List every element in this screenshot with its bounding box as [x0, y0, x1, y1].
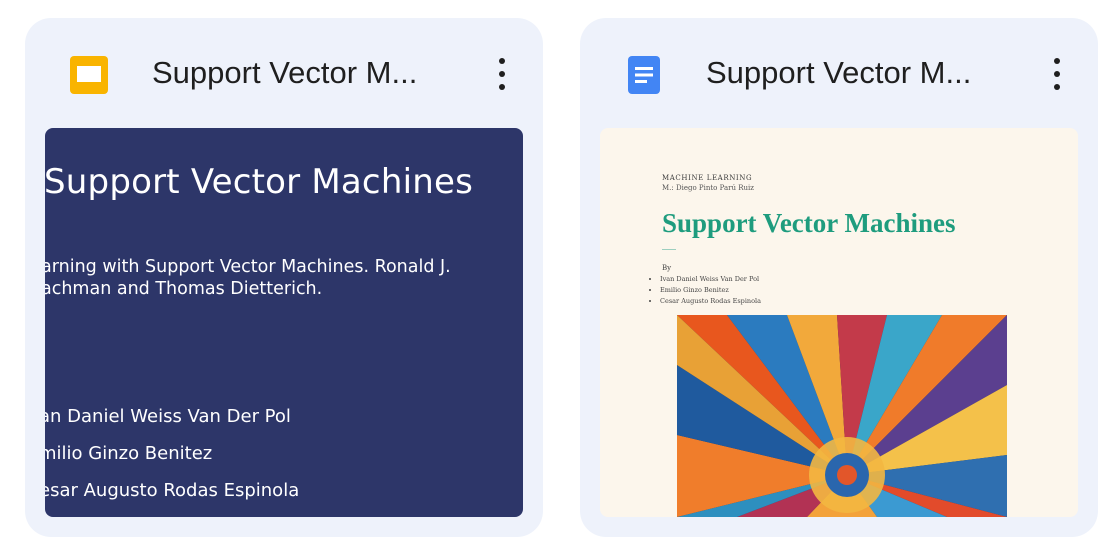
google-docs-icon: [628, 56, 660, 94]
doc-author-list: Ivan Daniel Weiss Van Der Pol Emilio Gin…: [646, 274, 761, 307]
more-options-button[interactable]: [1042, 52, 1072, 96]
slide-reference-line: arning with Support Vector Machines. Ron…: [45, 257, 451, 277]
google-slides-icon: [70, 56, 108, 94]
file-card-docs[interactable]: Support Vector M... MACHINE LEARNING M.:…: [580, 18, 1098, 537]
file-card-slides[interactable]: Support Vector M... Support Vector Machi…: [25, 18, 543, 537]
slide-author: milio Ginzo Benitez: [45, 443, 213, 464]
slide-reference-line: achman and Thomas Dietterich.: [45, 279, 323, 299]
doc-by-label: By: [662, 264, 672, 272]
slide-author: esar Augusto Rodas Espinola: [45, 480, 300, 501]
more-vert-icon: [1054, 58, 1060, 64]
doc-subtitle: M.: Diego Pinto Parú Ruiz: [662, 184, 754, 192]
slide-author: an Daniel Weiss Van Der Pol: [45, 406, 291, 427]
slide-title: Support Vector Machines: [45, 162, 474, 202]
file-thumbnail[interactable]: MACHINE LEARNING M.: Diego Pinto Parú Ru…: [600, 128, 1078, 517]
slide-authors: an Daniel Weiss Van Der Pol milio Ginzo …: [45, 398, 299, 509]
doc-author: Emilio Ginzo Benitez: [660, 285, 761, 296]
file-title[interactable]: Support Vector M...: [152, 51, 442, 95]
more-vert-icon: [499, 58, 505, 64]
card-header: Support Vector M...: [25, 18, 543, 128]
card-header: Support Vector M...: [580, 18, 1098, 128]
slide-reference: arning with Support Vector Machines. Ron…: [45, 256, 451, 300]
doc-kicker: MACHINE LEARNING: [662, 174, 753, 182]
doc-divider: [662, 249, 676, 250]
doc-author: Cesar Augusto Rodas Espinola: [660, 296, 761, 307]
doc-title: Support Vector Machines: [662, 208, 956, 238]
doc-kaleidoscope-image: [677, 315, 1007, 517]
file-thumbnail[interactable]: Support Vector Machines arning with Supp…: [45, 128, 523, 517]
doc-author: Ivan Daniel Weiss Van Der Pol: [660, 274, 761, 285]
more-options-button[interactable]: [487, 52, 517, 96]
file-title[interactable]: Support Vector M...: [706, 51, 996, 95]
